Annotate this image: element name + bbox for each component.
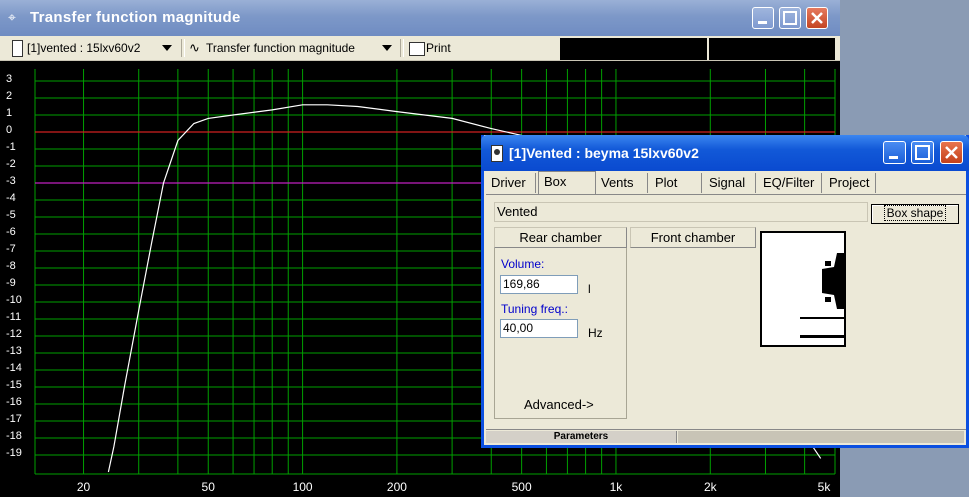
- main-toolbar: [1]vented : 15lxv60v2 ∿ Transfer functio…: [0, 36, 840, 61]
- x-tick-label: 200: [386, 480, 407, 494]
- x-tick-label: 50: [201, 480, 215, 494]
- rear-chamber-button[interactable]: Rear chamber: [494, 227, 627, 248]
- advanced-button[interactable]: Advanced->: [524, 397, 594, 412]
- x-tick-label: 100: [292, 480, 313, 494]
- box-drawing: [800, 253, 844, 338]
- status-parameters: Parameters: [486, 431, 677, 443]
- speaker-icon: [12, 40, 23, 57]
- view-dropdown-arrow-icon[interactable]: [382, 45, 392, 51]
- dialog-maximize-button[interactable]: [911, 141, 934, 164]
- maximize-icon: [915, 145, 930, 160]
- crosshair-icon: ⌖: [8, 10, 16, 26]
- y-tick-label: -11: [6, 311, 22, 323]
- dialog-close-button[interactable]: [940, 141, 963, 164]
- view-select[interactable]: Transfer function magnitude: [206, 39, 355, 57]
- y-tick-label: 1: [6, 107, 13, 119]
- y-tick-label: -19: [6, 447, 22, 459]
- y-tick-label: 2: [6, 90, 13, 102]
- y-tick-label: -9: [6, 277, 16, 289]
- main-title-bar[interactable]: ⌖ Transfer function magnitude: [0, 0, 840, 36]
- box-shape-button[interactable]: Box shape: [871, 204, 959, 224]
- y-tick-label: -13: [6, 345, 22, 357]
- print-button[interactable]: Print: [426, 39, 451, 57]
- y-tick-label: -6: [6, 226, 16, 238]
- tuning-freq-input[interactable]: [500, 319, 578, 338]
- dialog-title: [1]Vented : beyma 15lxv60v2: [509, 145, 699, 161]
- printer-icon: [409, 42, 425, 56]
- y-tick-label: -7: [6, 243, 16, 255]
- maximize-button[interactable]: [779, 7, 801, 29]
- y-tick-label: -3: [6, 175, 16, 187]
- y-tick-label: 3: [6, 73, 13, 85]
- vented-box-dialog: [1]Vented : beyma 15lxv60v2 Driver Box V…: [481, 135, 969, 448]
- tab-eq-filter[interactable]: EQ/Filter: [758, 173, 822, 193]
- project-dropdown-arrow-icon[interactable]: [162, 45, 172, 51]
- y-tick-label: -4: [6, 192, 16, 204]
- front-chamber-button[interactable]: Front chamber: [630, 227, 756, 248]
- tab-plot[interactable]: Plot: [650, 173, 702, 193]
- box-preview: [760, 231, 846, 347]
- close-button[interactable]: [806, 7, 828, 29]
- box-shape-label: Box shape: [883, 205, 947, 221]
- tuning-freq-label: Tuning freq.:: [501, 302, 568, 316]
- tab-driver[interactable]: Driver: [486, 173, 536, 193]
- minimize-button[interactable]: [752, 7, 774, 29]
- tab-box[interactable]: Box: [538, 171, 596, 195]
- main-window-title: Transfer function magnitude: [30, 9, 241, 26]
- y-tick-label: -18: [6, 430, 22, 442]
- y-tick-label: -10: [6, 294, 22, 306]
- close-icon: [811, 12, 823, 24]
- y-tick-label: -16: [6, 396, 22, 408]
- y-tick-label: -15: [6, 379, 22, 391]
- volume-unit: l: [588, 282, 591, 296]
- x-tick-label: 20: [76, 480, 91, 494]
- y-tick-label: -14: [6, 362, 22, 374]
- status-rest: [678, 431, 964, 443]
- speaker-icon: [491, 145, 503, 162]
- y-tick-label: -12: [6, 328, 22, 340]
- volume-label: Volume:: [501, 257, 545, 271]
- box-type-field: Vented: [494, 202, 868, 222]
- dialog-minimize-button[interactable]: [883, 141, 906, 164]
- toolbar-divider: [181, 39, 185, 57]
- readout-panel-2: [709, 38, 835, 60]
- dialog-status-bar: Parameters: [486, 429, 966, 444]
- tab-divider: [486, 194, 966, 195]
- minimize-icon: [758, 21, 767, 24]
- y-tick-label: -17: [6, 413, 22, 425]
- tab-project[interactable]: Project: [824, 173, 876, 193]
- y-tick-label: -2: [6, 158, 16, 170]
- y-tick-label: -8: [6, 260, 16, 272]
- y-tick-label: -5: [6, 209, 16, 221]
- tab-vents[interactable]: Vents: [596, 173, 648, 193]
- maximize-icon: [783, 11, 797, 25]
- y-tick-label: -1: [6, 141, 16, 153]
- dialog-title-bar[interactable]: [1]Vented : beyma 15lxv60v2: [481, 135, 969, 171]
- waveform-icon: ∿: [189, 40, 200, 55]
- tab-signal[interactable]: Signal: [704, 173, 756, 193]
- x-tick-label: 5k: [817, 480, 831, 494]
- x-tick-label: 2k: [703, 480, 717, 494]
- minimize-icon: [889, 156, 898, 159]
- x-tick-label: 500: [511, 480, 532, 494]
- project-select[interactable]: [1]vented : 15lxv60v2: [27, 39, 140, 57]
- tuning-freq-unit: Hz: [588, 326, 603, 340]
- toolbar-divider: [400, 39, 404, 57]
- x-tick-label: 1k: [609, 480, 623, 494]
- close-icon: [945, 146, 958, 159]
- dialog-tabs: Driver Box Vents Plot Signal EQ/Filter P…: [486, 171, 966, 195]
- volume-input[interactable]: [500, 275, 578, 294]
- y-tick-label: 0: [6, 124, 13, 136]
- rear-chamber-panel: Volume: l Tuning freq.: Hz: [494, 248, 627, 419]
- readout-panel-1: [560, 38, 707, 60]
